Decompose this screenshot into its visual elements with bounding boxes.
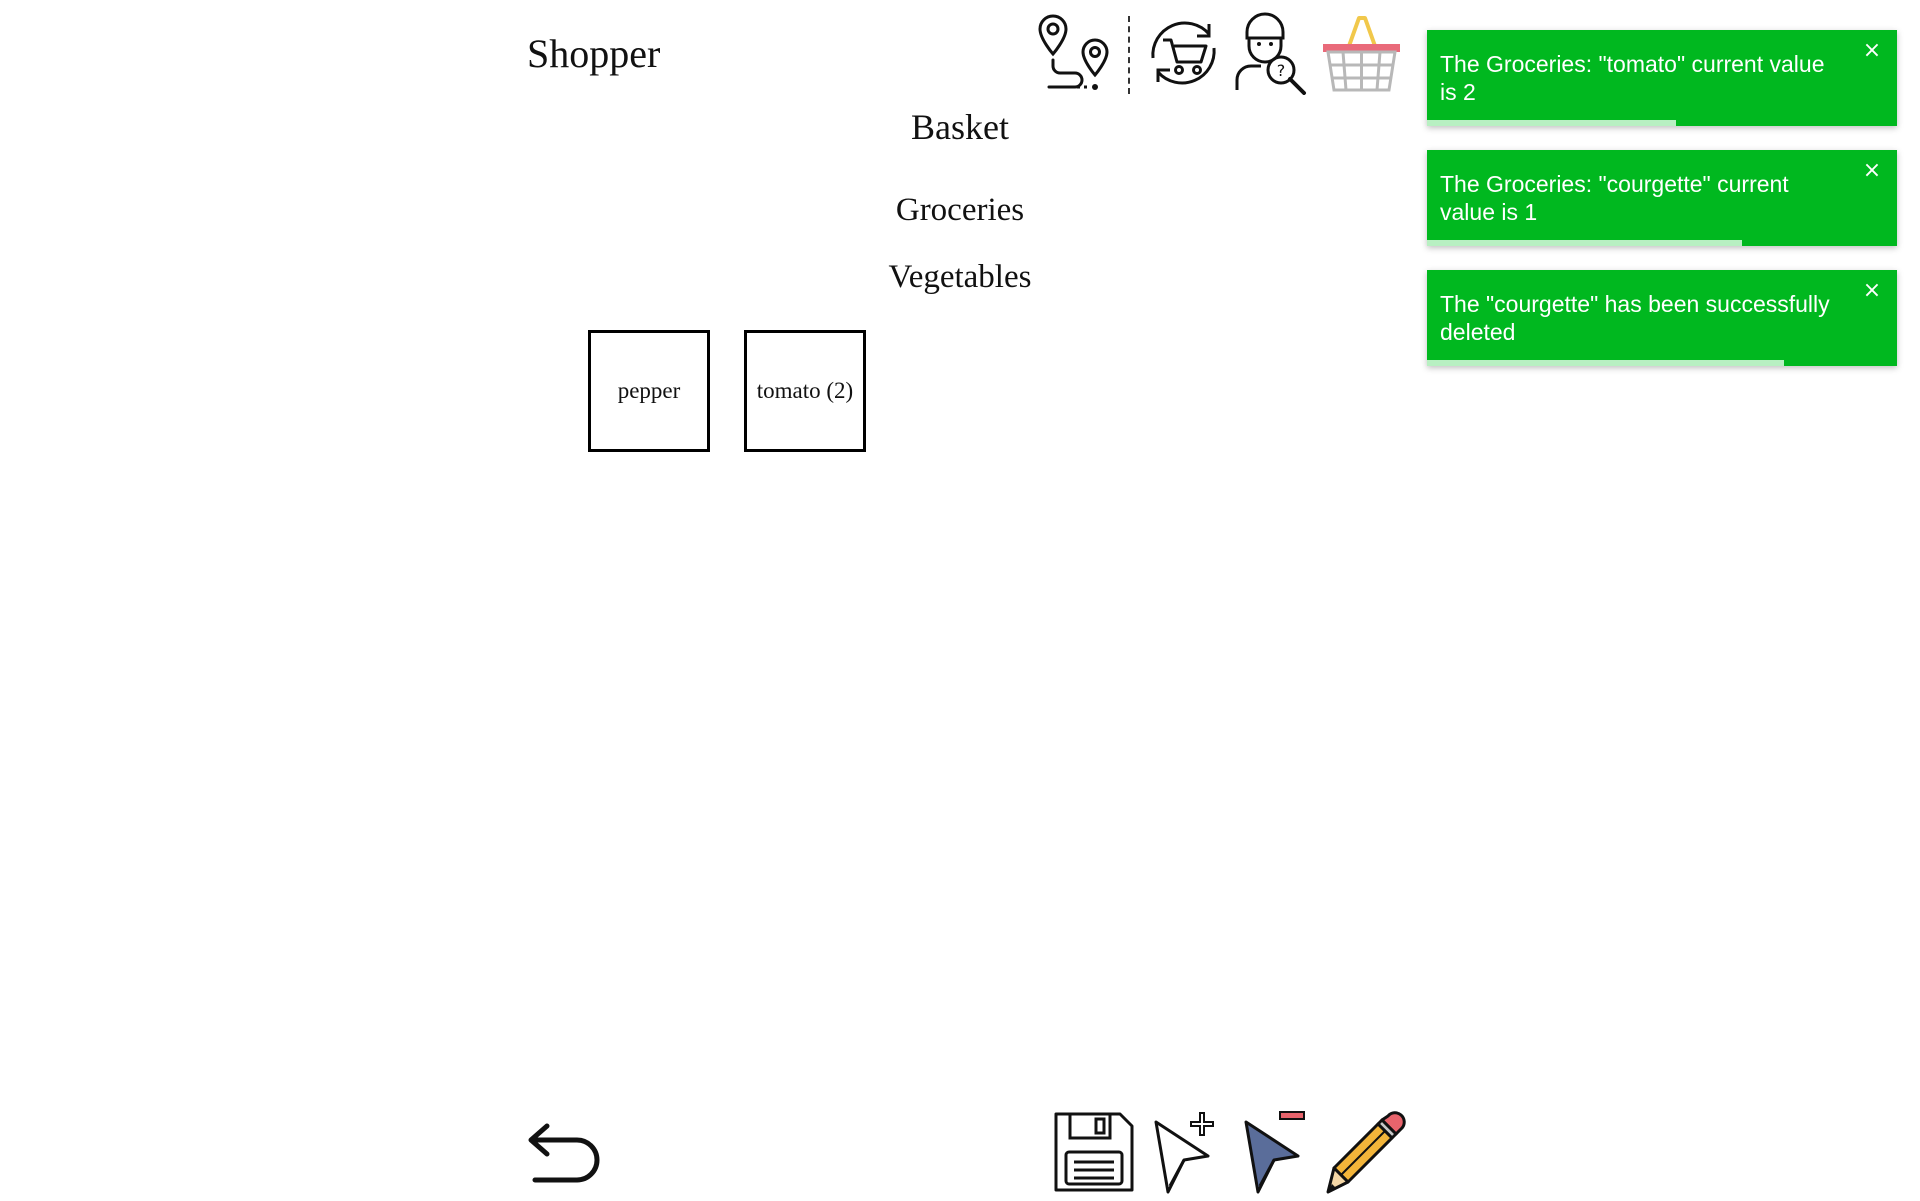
notification-toast: The Groceries: "tomato" current value is… — [1427, 30, 1897, 126]
notification-message: The Groceries: "courgette" current value… — [1440, 171, 1789, 225]
notification-toast: The "courgette" has been successfully de… — [1427, 270, 1897, 366]
cursor-add-icon[interactable] — [1146, 1108, 1234, 1196]
svg-text:?: ? — [1277, 61, 1286, 80]
pencil-icon[interactable] — [1324, 1108, 1412, 1196]
basket-icon[interactable] — [1319, 10, 1404, 95]
cursor-remove-icon[interactable] — [1236, 1108, 1324, 1196]
notification-progress-bar — [1427, 360, 1785, 366]
item-card[interactable]: pepper — [588, 330, 710, 452]
header-divider — [1128, 16, 1130, 94]
item-label: pepper — [617, 378, 681, 403]
back-arrow-icon[interactable] — [525, 1112, 605, 1192]
item-label: tomato (2) — [756, 378, 854, 403]
close-icon[interactable]: × — [1861, 160, 1883, 182]
user-search-icon[interactable]: ? — [1231, 10, 1316, 95]
cart-sync-icon[interactable] — [1141, 10, 1226, 95]
route-map-icon[interactable] — [1033, 10, 1118, 95]
save-icon[interactable] — [1050, 1108, 1138, 1196]
notification-message: The "courgette" has been successfully de… — [1440, 291, 1830, 345]
item-card[interactable]: tomato (2) — [744, 330, 866, 452]
notification-message: The Groceries: "tomato" current value is… — [1440, 51, 1825, 105]
notification-toast: The Groceries: "courgette" current value… — [1427, 150, 1897, 246]
close-icon[interactable]: × — [1861, 40, 1883, 62]
notification-progress-bar — [1427, 120, 1677, 126]
app-title: Shopper — [527, 31, 661, 76]
close-icon[interactable]: × — [1861, 280, 1883, 302]
notification-progress-bar — [1427, 240, 1742, 246]
